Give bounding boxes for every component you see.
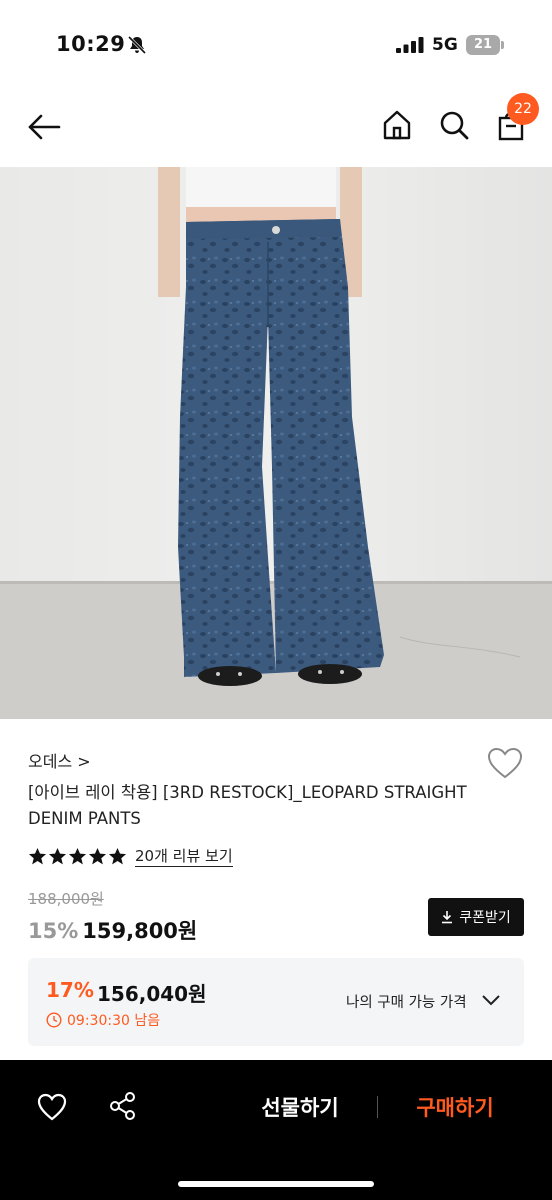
special-discount-rate: 17%: [46, 978, 94, 1002]
top-nav: 22: [0, 93, 552, 160]
battery-level: 21: [466, 35, 500, 55]
heart-icon[interactable]: [36, 1092, 68, 1122]
status-bar: 10:29 5G 21: [0, 0, 552, 90]
star-icon: [28, 847, 47, 864]
bell-off-icon: [127, 35, 147, 55]
network-label: 5G: [432, 35, 458, 55]
star-rating: [28, 847, 127, 866]
status-time: 10:29: [56, 32, 126, 56]
star-icon: [48, 847, 67, 864]
star-icon: [108, 847, 127, 864]
product-image[interactable]: [0, 167, 552, 719]
bottom-action-bar: 선물하기 구매하기: [0, 1060, 552, 1200]
chevron-down-icon[interactable]: [480, 992, 502, 1008]
search-icon[interactable]: [437, 108, 471, 142]
rating-row: 20개 리뷰 보기: [28, 843, 233, 869]
back-arrow-icon[interactable]: [27, 112, 61, 142]
battery-icon: 21: [466, 35, 504, 55]
special-price: 156,040원: [97, 982, 207, 1006]
coupon-button[interactable]: 쿠폰받기: [428, 898, 524, 936]
brand-link[interactable]: 오데스 >: [28, 748, 91, 772]
gift-button[interactable]: 선물하기: [240, 1090, 360, 1126]
share-icon[interactable]: [108, 1091, 138, 1121]
download-icon: [442, 911, 453, 924]
special-price-box[interactable]: 17% 156,040원 09:30:30 남음 나의 구매 가능 가격: [28, 958, 524, 1046]
buy-button[interactable]: 구매하기: [395, 1090, 515, 1126]
home-indicator: [178, 1181, 374, 1187]
star-icon: [68, 847, 87, 864]
coupon-label: 쿠폰받기: [459, 910, 511, 926]
product-title: [아이브 레이 착용] [3RD RESTOCK]_LEOPARD STRAIG…: [28, 783, 467, 828]
divider: [377, 1096, 378, 1118]
review-link[interactable]: 20개 리뷰 보기: [135, 846, 233, 867]
timer-row: 09:30:30 남음: [46, 1010, 160, 1030]
star-icon: [88, 847, 107, 864]
signal-icon: [396, 37, 424, 53]
home-icon[interactable]: [380, 108, 414, 142]
heart-icon[interactable]: [486, 746, 524, 780]
price-row: 15% 159,800원: [28, 915, 197, 945]
battery-tip: [501, 41, 504, 49]
my-price-label: 나의 구매 가능 가격: [346, 995, 467, 1011]
original-price: 188,000원: [28, 890, 104, 908]
sale-price: 159,800원: [82, 919, 198, 943]
clock-icon: [46, 1012, 62, 1028]
cart-count-badge: 22: [507, 93, 539, 125]
countdown-timer: 09:30:30 남음: [67, 1013, 161, 1029]
discount-rate: 15%: [28, 919, 79, 943]
